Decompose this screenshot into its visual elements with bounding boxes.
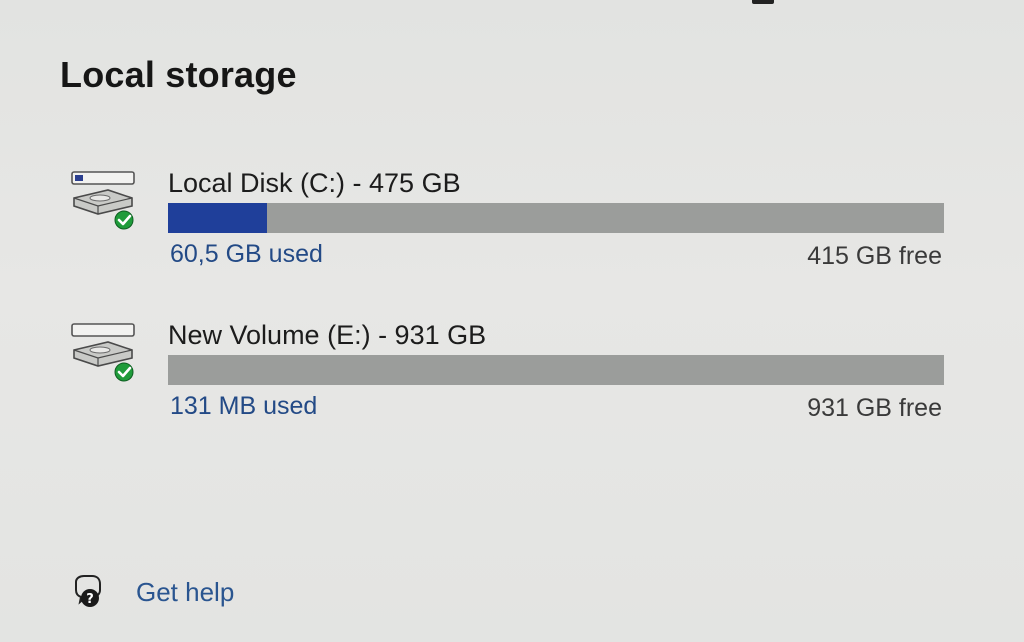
drive-name: New Volume (E:) - 931 GB (168, 320, 487, 350)
drive-icon (71, 171, 135, 230)
usage-bar (168, 355, 944, 385)
cropped-element (752, 0, 774, 4)
free-space-label: 931 GB free (807, 394, 942, 422)
free-space-label: 415 GB free (807, 242, 942, 270)
get-help-link[interactable]: ? Get help (70, 572, 234, 612)
drive-item-e[interactable]: New Volume (E:) - 931 GB 131 MB used 931… (0, 316, 1024, 436)
drive-name: Local Disk (C:) - 475 GB (168, 168, 461, 198)
storage-settings-page: Local storage Local Disk (C:) - 475 GB 6… (0, 0, 1024, 642)
page-title: Local storage (60, 54, 297, 95)
get-help-label: Get help (136, 576, 235, 607)
used-space-label: 131 MB used (170, 392, 318, 420)
help-icon: ? (75, 575, 101, 607)
svg-text:?: ? (86, 592, 94, 607)
used-space-label: 60,5 GB used (170, 240, 323, 268)
drive-item-c[interactable]: Local Disk (C:) - 475 GB 60,5 GB used 41… (0, 164, 1024, 284)
drive-icon (71, 323, 135, 382)
usage-bar (168, 203, 944, 233)
usage-bar-fill (168, 203, 267, 233)
